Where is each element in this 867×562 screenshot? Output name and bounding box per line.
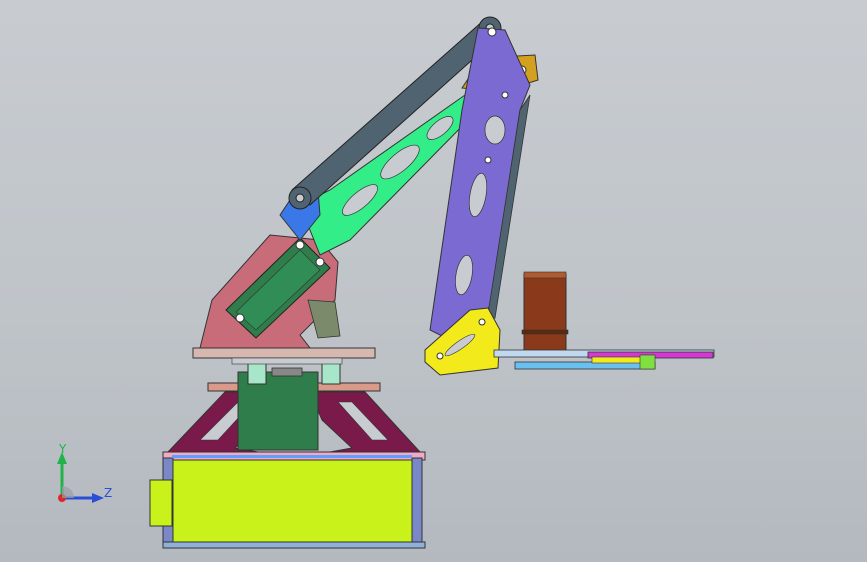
- robot-arm-model[interactable]: [0, 0, 867, 562]
- triad-z-label: Z: [104, 486, 113, 500]
- cad-viewport[interactable]: Y Z: [0, 0, 867, 562]
- turntable[interactable]: [192, 347, 376, 365]
- base-box[interactable]: [149, 451, 426, 549]
- gripper-jaws[interactable]: [493, 349, 715, 370]
- triad-y-label: Y: [59, 442, 67, 456]
- coordinate-triad: [57, 452, 104, 503]
- gripper-servo[interactable]: [521, 271, 569, 355]
